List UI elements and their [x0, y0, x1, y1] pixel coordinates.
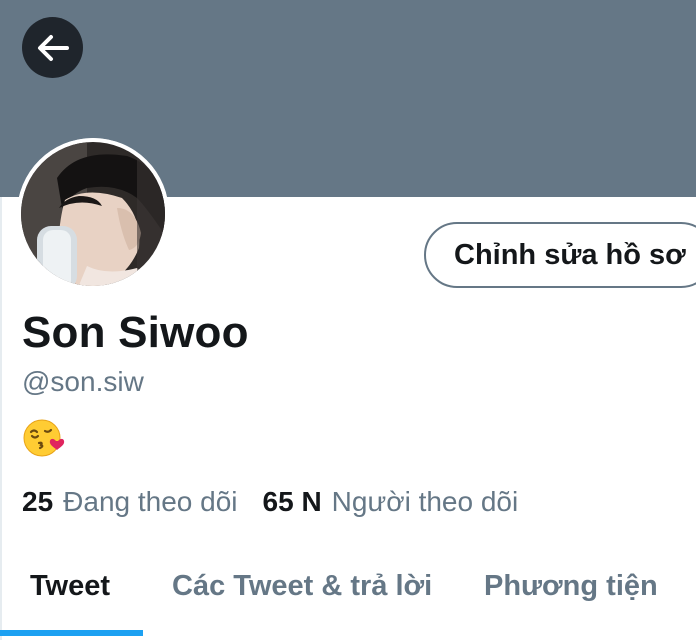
followers-link[interactable]: 65 N Người theo dõi [263, 486, 519, 518]
profile-page: Chỉnh sửa hồ sơ Son Siwoo @son.siw 25 Đa… [0, 0, 696, 640]
followers-count: 65 N [262, 486, 322, 517]
following-label: Đang theo dõi [63, 486, 238, 517]
follow-stats: 25 Đang theo dõi 65 N Người theo dõi [22, 486, 518, 518]
tab-media[interactable]: Phương tiện [484, 570, 658, 603]
following-count: 25 [22, 486, 54, 517]
edit-profile-button[interactable]: Chỉnh sửa hồ sơ [424, 222, 696, 288]
back-button[interactable] [22, 17, 83, 78]
tab-tweets[interactable]: Tweet [30, 570, 110, 603]
followers-label: Người theo dõi [331, 486, 519, 517]
active-tab-indicator [0, 630, 143, 636]
profile-tabs: Tweet Các Tweet & trả lời Phương tiện [0, 552, 696, 640]
user-handle: @son.siw [22, 366, 144, 397]
bio [22, 417, 66, 459]
arrow-left-icon [36, 33, 70, 63]
following-link[interactable]: 25 Đang theo dõi [22, 486, 238, 518]
edit-profile-label: Chỉnh sửa hồ sơ [454, 238, 686, 271]
kissing-face-with-heart-icon [22, 419, 66, 463]
display-name: Son Siwoo [22, 308, 249, 357]
avatar[interactable] [17, 138, 169, 290]
tab-tweets-and-replies[interactable]: Các Tweet & trả lời [172, 570, 432, 603]
